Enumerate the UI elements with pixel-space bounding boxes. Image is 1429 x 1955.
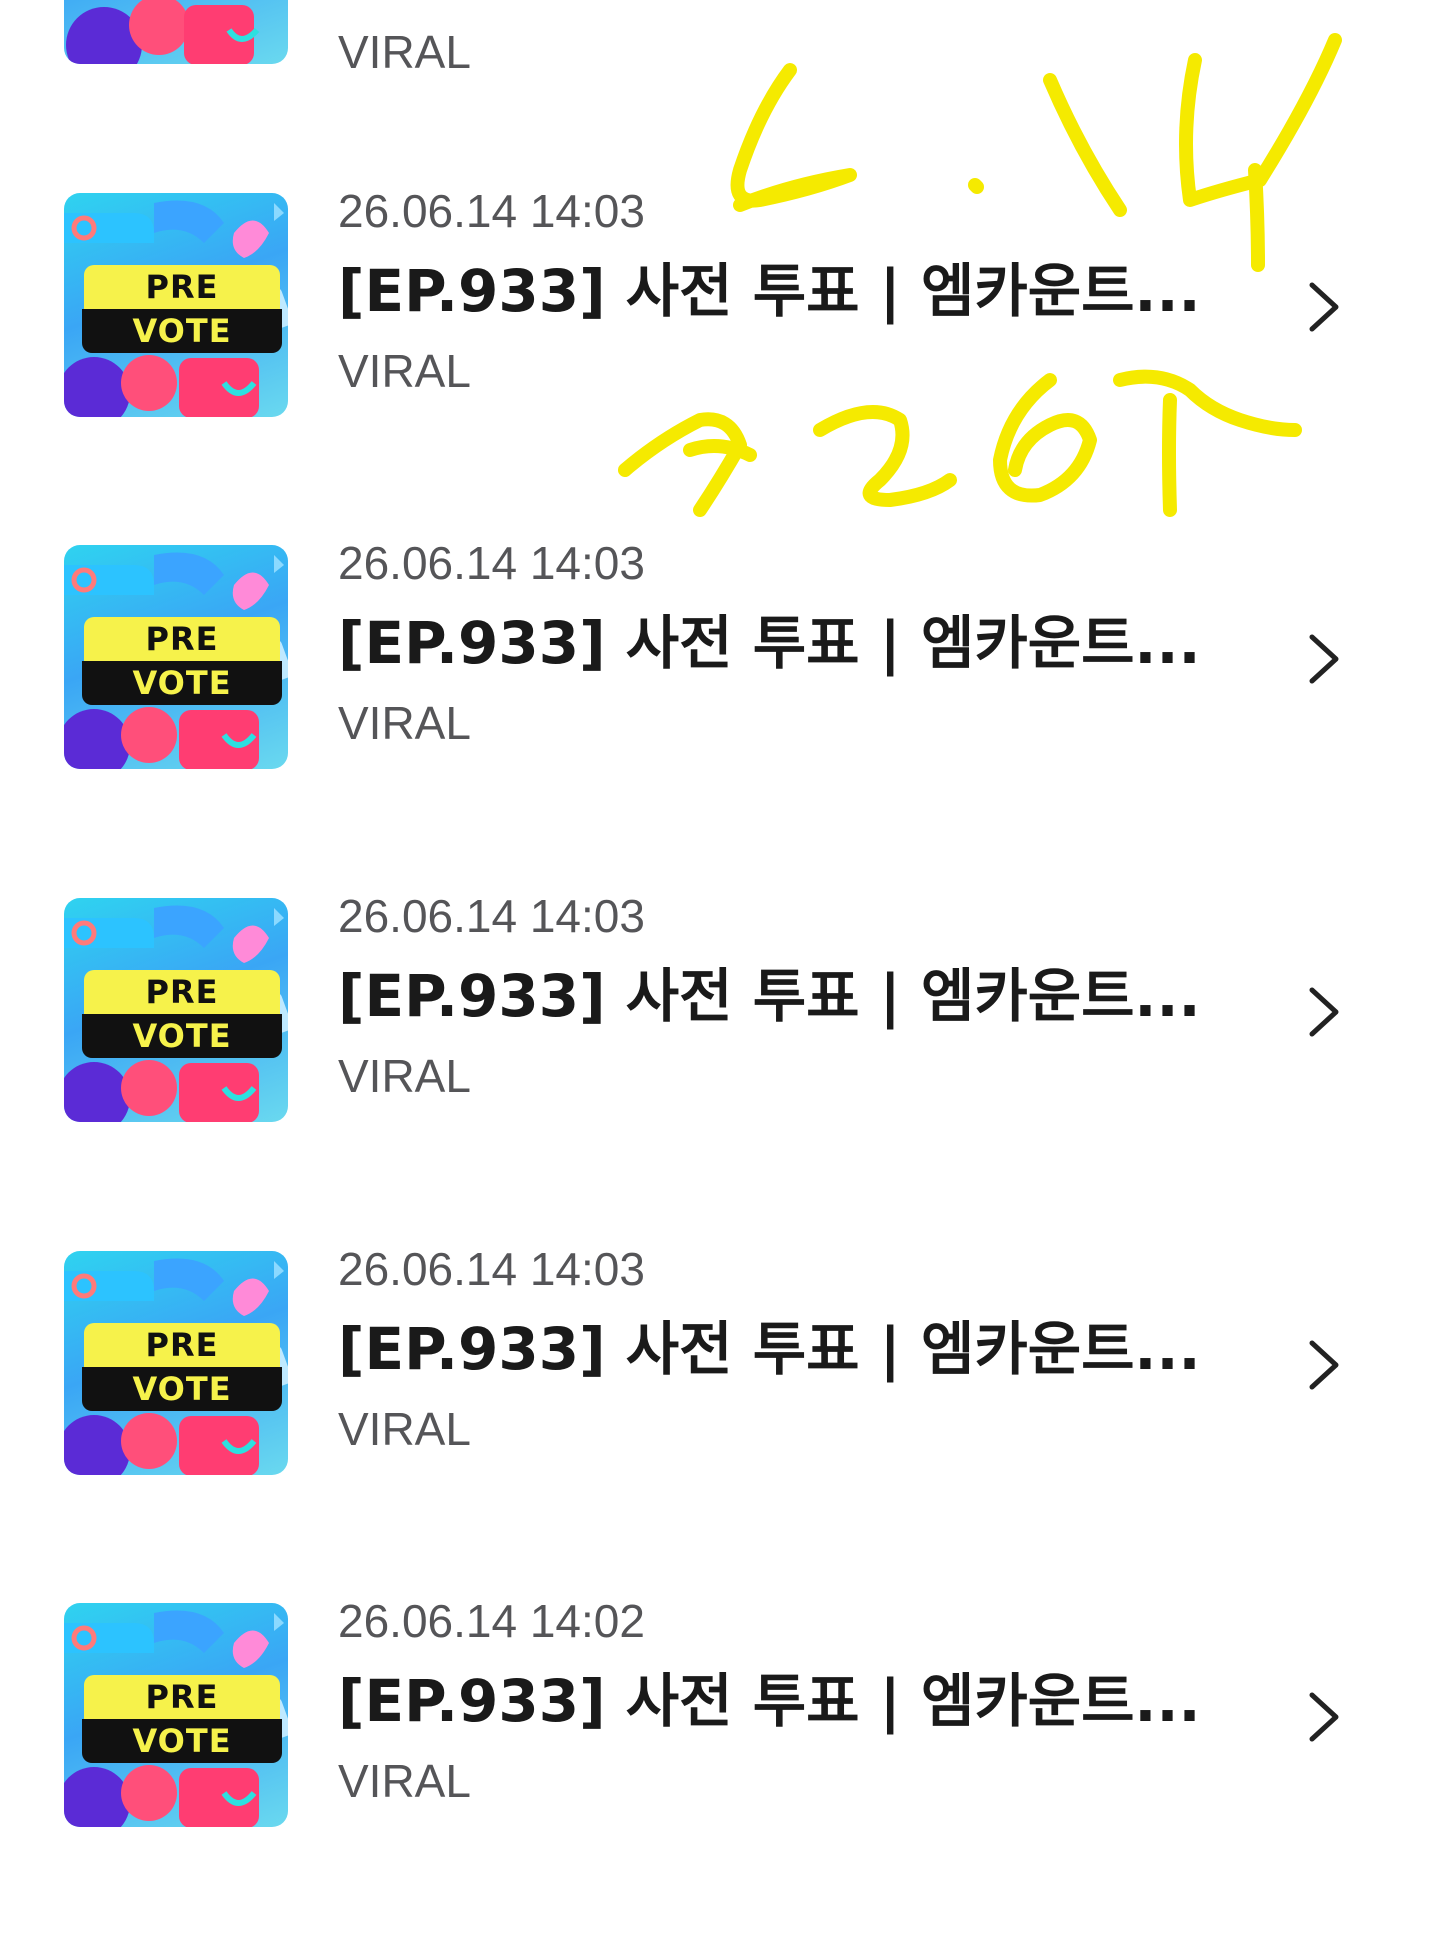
- item-title: [EP.933] 사전 투표 | 엠카운트...: [338, 1667, 1201, 1735]
- item-date: 26.06.14 14:03: [338, 537, 645, 589]
- item-title: [EP.933] 사전 투표 | 엠카운트...: [338, 609, 1201, 677]
- chevron-right-icon[interactable]: [1302, 1337, 1346, 1393]
- pre-vote-thumbnail: PRE VOTE: [64, 1603, 288, 1827]
- item-source: VIRAL: [338, 1755, 471, 1807]
- item-title: [EP.933] 사전 투표 | 엠카운트...: [338, 1315, 1201, 1383]
- item-source: VIRAL: [338, 345, 471, 397]
- item-date: 26.06.14 14:03: [338, 890, 645, 942]
- pre-label: PRE: [84, 617, 280, 661]
- pre-label: PRE: [84, 1675, 280, 1719]
- item-title: [EP.933] 사전 투표 | 엠카운트...: [338, 962, 1201, 1030]
- pre-label: PRE: [84, 265, 280, 309]
- chevron-right-icon[interactable]: [1302, 631, 1346, 687]
- vote-history-list: VIRAL PRE VOTE 26.06.14 14:03 [EP.933] 사…: [0, 0, 1429, 1833]
- item-source: VIRAL: [338, 1403, 471, 1455]
- item-source: VIRAL: [338, 1050, 471, 1102]
- list-item[interactable]: PRE VOTE 26.06.14 14:02 [EP.933] 사전 투표 |…: [0, 1595, 1429, 1955]
- list-item[interactable]: PRE VOTE 26.06.14 14:03 [EP.933] 사전 투표 |…: [0, 1243, 1429, 1603]
- chevron-right-icon[interactable]: [1302, 1689, 1346, 1745]
- list-item-partial[interactable]: VIRAL: [0, 0, 1429, 192]
- pre-vote-thumbnail: PRE VOTE: [64, 193, 288, 417]
- item-source: VIRAL: [338, 697, 471, 749]
- chevron-right-icon[interactable]: [1302, 279, 1346, 335]
- item-date: 26.06.14 14:03: [338, 1243, 645, 1295]
- list-item[interactable]: PRE VOTE 26.06.14 14:03 [EP.933] 사전 투표 |…: [0, 185, 1429, 545]
- chevron-right-icon[interactable]: [1302, 984, 1346, 1040]
- item-date: 26.06.14 14:03: [338, 185, 645, 237]
- vote-label: VOTE: [82, 1719, 282, 1763]
- item-date: 26.06.14 14:02: [338, 1595, 645, 1647]
- pre-vote-thumbnail: PRE VOTE: [64, 1251, 288, 1475]
- list-item[interactable]: PRE VOTE 26.06.14 14:03 [EP.933] 사전 투표 |…: [0, 890, 1429, 1250]
- pre-vote-thumbnail: PRE VOTE: [64, 898, 288, 1122]
- vote-label: VOTE: [82, 661, 282, 705]
- vote-label: VOTE: [82, 1014, 282, 1058]
- item-title: [EP.933] 사전 투표 | 엠카운트...: [338, 257, 1201, 325]
- pre-vote-thumbnail: [64, 0, 288, 64]
- vote-label: VOTE: [82, 1367, 282, 1411]
- item-source: VIRAL: [338, 26, 471, 78]
- vote-label: VOTE: [82, 309, 282, 353]
- pre-label: PRE: [84, 970, 280, 1014]
- pre-vote-thumbnail: PRE VOTE: [64, 545, 288, 769]
- list-item[interactable]: PRE VOTE 26.06.14 14:03 [EP.933] 사전 투표 |…: [0, 537, 1429, 897]
- pre-label: PRE: [84, 1323, 280, 1367]
